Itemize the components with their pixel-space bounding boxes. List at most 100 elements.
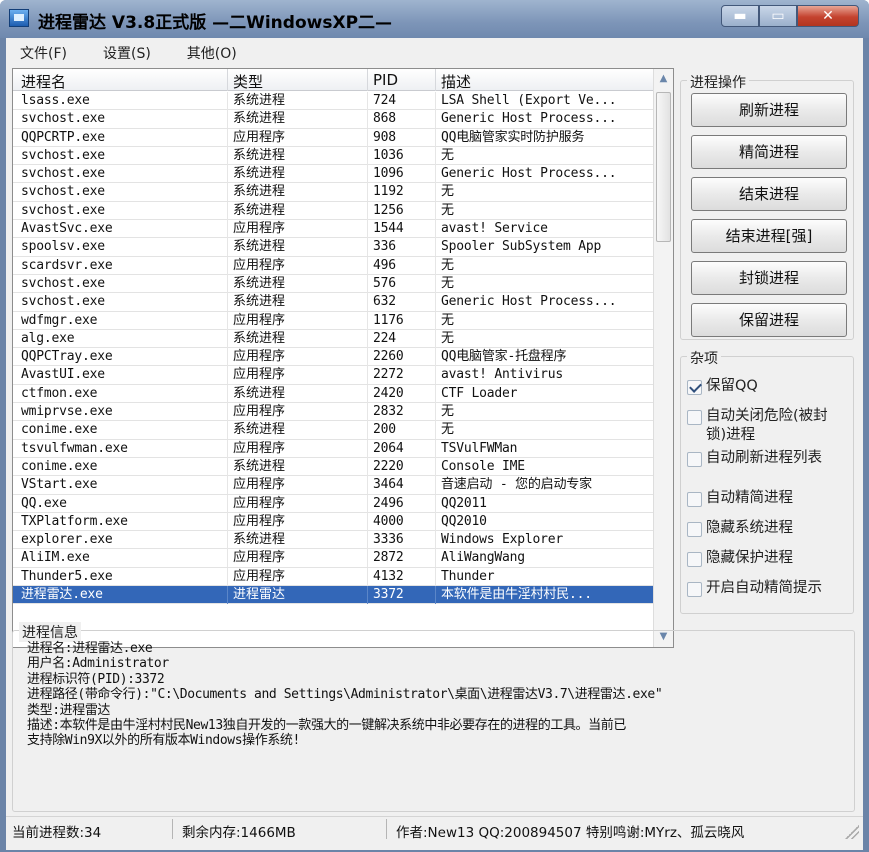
process-name-cell: VStart.exe: [21, 477, 98, 493]
process-name-cell: svchost.exe: [21, 147, 105, 163]
process-row[interactable]: conime.exe 系统进程 200 无: [13, 421, 653, 440]
process-name-cell: QQPCRTP.exe: [21, 129, 105, 145]
misc-option[interactable]: 隐藏保护进程: [687, 549, 837, 568]
checkbox-icon[interactable]: [687, 380, 702, 395]
misc-option-label: 开启自动精简提示: [706, 580, 822, 596]
misc-option[interactable]: 自动精简进程: [687, 489, 837, 508]
menu-settings[interactable]: 设置(S): [103, 43, 151, 63]
process-row[interactable]: wdfmgr.exe 应用程序 1176 无: [13, 311, 653, 330]
process-row[interactable]: scardsvr.exe 应用程序 496 无: [13, 256, 653, 275]
process-name-cell: QQ.exe: [21, 495, 67, 511]
process-row[interactable]: AliIM.exe 应用程序 2872 AliWangWang: [13, 549, 653, 568]
checkbox-icon[interactable]: [687, 410, 702, 425]
status-process-count: 当前进程数:34: [12, 825, 102, 841]
maximize-button[interactable]: ▭: [759, 5, 797, 27]
checkbox-icon[interactable]: [687, 582, 702, 597]
process-row[interactable]: QQPCTray.exe 应用程序 2260 QQ电脑管家-托盘程序: [13, 348, 653, 367]
process-desc-cell: 无: [441, 202, 454, 218]
scrollbar-thumb[interactable]: [656, 92, 671, 242]
process-list[interactable]: 进程名 类型 PID 描述 lsass.exe 系统进程 724 LSA Shell …: [12, 68, 674, 648]
process-row[interactable]: lsass.exe 系统进程 724 LSA Shell (Export Ve...: [13, 92, 653, 111]
process-row[interactable]: QQPCRTP.exe 应用程序 908 QQ电脑管家实时防护服务: [13, 128, 653, 147]
process-row[interactable]: spoolsv.exe 系统进程 336 Spooler SubSystem App: [13, 238, 653, 257]
process-row[interactable]: svchost.exe 系统进程 1192 无: [13, 183, 653, 202]
process-desc-cell: Thunder: [441, 568, 495, 584]
column-header-pid[interactable]: PID: [373, 71, 398, 89]
close-button[interactable]: ✕: [797, 5, 859, 27]
title-bar[interactable]: 进程雷达 V3.8正式版 —二WindowsXP二— ▬ ▭ ✕: [0, 0, 869, 38]
keep-process-button[interactable]: 保留进程: [691, 303, 847, 337]
process-list-scrollbar[interactable]: ▲ ▼: [653, 69, 673, 647]
process-info-line: 类型:进程雷达: [27, 702, 111, 718]
process-type-cell: 系统进程: [233, 330, 286, 346]
scroll-up-icon[interactable]: ▲: [656, 71, 671, 87]
process-row[interactable]: svchost.exe 系统进程 576 无: [13, 274, 653, 294]
status-free-memory: 剩余内存:1466MB: [182, 825, 296, 841]
process-row[interactable]: conime.exe 系统进程 2220 Console IME: [13, 457, 653, 477]
checkbox-icon[interactable]: [687, 552, 702, 567]
slim-processes-button[interactable]: 精简进程: [691, 135, 847, 169]
process-info-line: 进程名:进程雷达.exe: [27, 641, 153, 656]
process-row[interactable]: wmiprvse.exe 应用程序 2832 无: [13, 403, 653, 422]
status-credits: 作者:New13 QQ:200894507 特别鸣谢:MYrz、孤云晓风: [396, 825, 745, 841]
process-row[interactable]: explorer.exe 系统进程 3336 Windows Explorer: [13, 531, 653, 550]
process-desc-cell: Generic Host Process...: [441, 111, 617, 127]
process-row[interactable]: svchost.exe 系统进程 1036 无: [13, 146, 653, 166]
process-row[interactable]: AvastSvc.exe 应用程序 1544 avast! Service: [13, 220, 653, 239]
misc-option[interactable]: 自动刷新进程列表: [687, 449, 837, 468]
process-type-cell: 系统进程: [233, 184, 286, 200]
process-actions-group: 进程操作 刷新进程 精简进程 结束进程 结束进程[强] 封锁进程 保留进程: [680, 72, 854, 340]
checkbox-icon[interactable]: [687, 522, 702, 537]
checkbox-icon[interactable]: [687, 492, 702, 507]
misc-option-label: 隐藏系统进程: [706, 520, 793, 536]
resize-grip-icon[interactable]: [845, 825, 859, 839]
process-name-cell: svchost.exe: [21, 275, 105, 291]
misc-option[interactable]: 隐藏系统进程: [687, 519, 837, 538]
misc-option-label: 保留QQ: [706, 378, 758, 394]
column-header-type[interactable]: 类型: [233, 71, 263, 92]
process-row[interactable]: svchost.exe 系统进程 632 Generic Host Process..…: [13, 293, 653, 312]
process-pid-cell: 4132: [373, 568, 404, 584]
misc-options-title: 杂项: [687, 348, 721, 368]
process-pid-cell: 632: [373, 294, 396, 310]
process-pid-cell: 1256: [373, 202, 404, 218]
process-row[interactable]: TXPlatform.exe 应用程序 4000 QQ2010: [13, 512, 653, 532]
process-pid-cell: 1096: [373, 166, 404, 182]
process-row[interactable]: tsvulfwman.exe 应用程序 2064 TSVulFWMan: [13, 439, 653, 458]
lock-process-button[interactable]: 封锁进程: [691, 261, 847, 295]
process-row[interactable]: 进程雷达.exe 进程雷达 3372 本软件是由牛淫村村民...: [13, 586, 653, 605]
process-name-cell: TXPlatform.exe: [21, 513, 128, 529]
process-pid-cell: 200: [373, 422, 396, 438]
process-row[interactable]: svchost.exe 系统进程 1256 无: [13, 201, 653, 221]
window-controls: ▬ ▭ ✕: [721, 5, 859, 29]
process-pid-cell: 2496: [373, 495, 404, 511]
process-row[interactable]: svchost.exe 系统进程 1096 Generic Host Process.…: [13, 165, 653, 184]
end-process-button[interactable]: 结束进程: [691, 177, 847, 211]
process-pid-cell: 2872: [373, 550, 404, 566]
process-pid-cell: 1544: [373, 221, 404, 237]
process-pid-cell: 908: [373, 129, 396, 145]
misc-option[interactable]: 保留QQ: [687, 377, 837, 396]
process-pid-cell: 3372: [373, 587, 404, 603]
process-name-cell: alg.exe: [21, 330, 75, 346]
process-row[interactable]: QQ.exe 应用程序 2496 QQ2011: [13, 494, 653, 513]
column-header-name[interactable]: 进程名: [21, 71, 66, 92]
misc-option[interactable]: 开启自动精简提示: [687, 579, 837, 598]
process-type-cell: 应用程序: [233, 404, 286, 420]
menu-other[interactable]: 其他(O): [187, 43, 237, 63]
process-info-group: 进程信息 进程名:进程雷达.exe 用户名:Administrator 进程标识符(…: [12, 622, 855, 812]
misc-option[interactable]: 自动关闭危险(被封锁)进程: [687, 407, 837, 445]
refresh-processes-button[interactable]: 刷新进程: [691, 93, 847, 127]
process-row[interactable]: VStart.exe 应用程序 3464 音速启动 - 您的启动专家: [13, 476, 653, 495]
process-row[interactable]: AvastUI.exe 应用程序 2272 avast! Antivirus: [13, 366, 653, 385]
process-info-line: 支持除Win9X以外的所有版本Windows操作系统!: [27, 733, 300, 749]
menu-file[interactable]: 文件(F): [20, 43, 67, 63]
minimize-button[interactable]: ▬: [721, 5, 759, 27]
force-end-process-button[interactable]: 结束进程[强]: [691, 219, 847, 253]
process-row[interactable]: ctfmon.exe 系统进程 2420 CTF Loader: [13, 384, 653, 404]
process-row[interactable]: svchost.exe 系统进程 868 Generic Host Process..…: [13, 110, 653, 129]
checkbox-icon[interactable]: [687, 452, 702, 467]
process-row[interactable]: alg.exe 系统进程 224 无: [13, 329, 653, 349]
process-row[interactable]: Thunder5.exe 应用程序 4132 Thunder: [13, 567, 653, 587]
column-header-description[interactable]: 描述: [441, 71, 471, 92]
